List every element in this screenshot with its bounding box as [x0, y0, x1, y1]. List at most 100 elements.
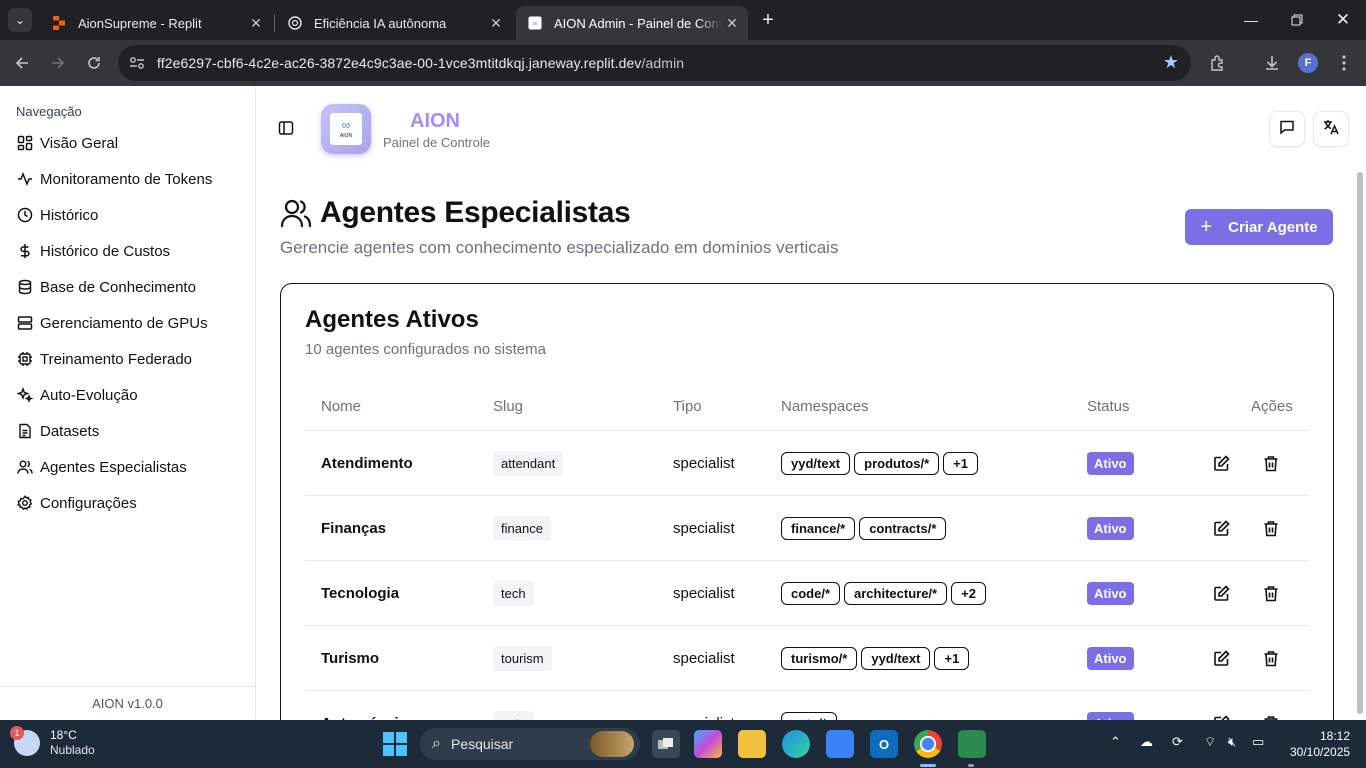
url-text[interactable]: ff2e6297-cbf6-4c2e-ac26-3872e4c9c3ae-00-…	[157, 55, 684, 71]
agent-slug: finance	[493, 515, 551, 541]
tab-aion-admin[interactable]: ∞ AION Admin - Painel de Controle ✕	[516, 6, 748, 40]
sidebar-item-agentes-especialistas[interactable]: Agentes Especialistas	[16, 455, 187, 479]
chevron-up-icon[interactable]: ⌃	[1110, 734, 1121, 750]
download-icon[interactable]	[1260, 51, 1284, 75]
sidebar-heading: Navegação	[16, 104, 82, 119]
site-info-icon[interactable]	[128, 54, 146, 72]
namespace-badge: turismo/*	[781, 646, 858, 670]
onedrive-icon[interactable]: ☁	[1140, 734, 1153, 750]
close-tab-icon[interactable]: ✕	[246, 15, 266, 32]
trash-icon[interactable]	[1261, 518, 1281, 538]
sidebar-item-configuracoes[interactable]: Configurações	[16, 491, 137, 515]
task-view-icon[interactable]	[652, 730, 680, 758]
col-header-slug[interactable]: Slug	[493, 398, 523, 415]
sidebar-item-monitoramento-tokens[interactable]: Monitoramento de Tokens	[16, 167, 212, 191]
col-header-status[interactable]: Status	[1087, 398, 1130, 415]
edit-icon[interactable]	[1211, 713, 1231, 720]
sidebar-item-auto-evolucao[interactable]: Auto-Evolução	[16, 383, 138, 407]
namespace-badge: code/*	[781, 581, 841, 605]
table-row[interactable]: Tecnologia tech specialist code/* archit…	[305, 561, 1309, 626]
sidebar-item-visao-geral[interactable]: Visão Geral	[16, 131, 118, 155]
sidebar-item-datasets[interactable]: Datasets	[16, 419, 99, 443]
table-row[interactable]: Atendimento attendant specialist yyd/tex…	[305, 431, 1309, 496]
trash-icon[interactable]	[1261, 583, 1281, 603]
reload-icon[interactable]	[82, 51, 106, 75]
wifi-icon[interactable]: ⌔	[1204, 734, 1216, 750]
close-window-icon[interactable]: ✕	[1320, 0, 1366, 40]
sidebar-item-label: Datasets	[40, 422, 100, 440]
agent-name: Atendimento	[321, 454, 413, 472]
outlook-icon[interactable]: O	[870, 730, 898, 758]
sidebar-item-label: Agentes Especialistas	[40, 458, 187, 476]
bookmark-star-icon[interactable]: ★	[1163, 52, 1179, 73]
sheets-app-icon[interactable]	[958, 730, 986, 758]
profile-avatar[interactable]: F	[1298, 53, 1318, 73]
col-header-nome[interactable]: Nome	[321, 398, 361, 415]
trash-icon[interactable]	[1261, 453, 1281, 473]
col-header-acoes[interactable]: Ações	[1251, 398, 1293, 415]
extensions-icon[interactable]	[1206, 51, 1230, 75]
file-explorer-icon[interactable]	[738, 730, 766, 758]
sidebar-item-gerenciamento-gpus[interactable]: Gerenciamento de GPUs	[16, 311, 208, 335]
chrome-icon[interactable]	[914, 730, 942, 758]
namespace-more-badge[interactable]: +1	[934, 646, 970, 670]
new-tab-button[interactable]: +	[756, 8, 780, 32]
edit-icon[interactable]	[1211, 648, 1231, 668]
users-icon	[280, 197, 312, 229]
tab-search-dropdown[interactable]: ⌄	[8, 8, 32, 32]
col-header-tipo[interactable]: Tipo	[673, 398, 702, 415]
edge-icon[interactable]	[782, 730, 810, 758]
search-highlight-image	[590, 731, 634, 757]
sidebar-item-label: Treinamento Federado	[40, 350, 193, 368]
sidebar-item-historico-custos[interactable]: Histórico de Custos	[16, 239, 170, 263]
system-clock[interactable]: 18:12 30/10/2025	[1290, 728, 1350, 760]
store-icon[interactable]	[826, 730, 854, 758]
volume-muted-icon[interactable]: 🔇︎	[1228, 734, 1236, 750]
trash-icon[interactable]	[1261, 713, 1281, 720]
namespace-badge: contracts/*	[859, 516, 947, 540]
sync-icon[interactable]: ⟳	[1172, 734, 1183, 750]
sidebar-toggle-icon[interactable]	[278, 120, 296, 138]
windows-start-icon[interactable]	[383, 732, 407, 756]
activity-icon	[16, 170, 34, 188]
browser-menu-icon[interactable]	[1332, 51, 1356, 75]
trash-icon[interactable]	[1261, 648, 1281, 668]
table-row[interactable]: Finanças finance specialist finance/* co…	[305, 496, 1309, 561]
minimize-icon[interactable]: —	[1228, 0, 1274, 40]
close-tab-icon[interactable]: ✕	[722, 15, 742, 32]
agent-type: specialist	[673, 519, 735, 537]
language-button[interactable]	[1313, 111, 1349, 147]
sidebar-item-treinamento-federado[interactable]: Treinamento Federado	[16, 347, 192, 371]
sidebar-item-label: Visão Geral	[40, 134, 119, 152]
namespace-more-badge[interactable]: +1	[943, 451, 978, 475]
table-row[interactable]: Turismo tourism specialist turismo/* yyd…	[305, 626, 1309, 691]
edit-icon[interactable]	[1211, 453, 1231, 473]
edit-icon[interactable]	[1211, 583, 1231, 603]
sidebar-item-label: Auto-Evolução	[40, 386, 138, 404]
back-icon[interactable]	[10, 51, 34, 75]
page-title: Agentes Especialistas	[320, 196, 631, 229]
edit-icon[interactable]	[1211, 518, 1231, 538]
battery-icon[interactable]: ▭	[1252, 734, 1264, 750]
namespace-more-badge[interactable]: +2	[951, 581, 986, 605]
chat-button[interactable]	[1269, 111, 1305, 147]
restore-icon[interactable]	[1274, 0, 1320, 40]
col-header-namespaces[interactable]: Namespaces	[781, 398, 869, 415]
sidebar-item-historico[interactable]: Histórico	[16, 203, 98, 227]
aion-logo[interactable]: ∞ AION	[321, 104, 371, 154]
create-agent-button[interactable]: + Criar Agente	[1185, 209, 1333, 245]
address-bar[interactable]: ff2e6297-cbf6-4c2e-ac26-3872e4c9c3ae-00-…	[118, 45, 1191, 81]
tab-eficiencia-ia[interactable]: Eficiência IA autônoma ✕	[276, 6, 512, 40]
scrollbar-thumb[interactable]	[1357, 172, 1363, 714]
m365-icon[interactable]	[694, 730, 722, 758]
sidebar-item-base-conhecimento[interactable]: Base de Conhecimento	[16, 275, 196, 299]
tab-aionsupreme-replit[interactable]: AionSupreme - Replit ✕	[40, 6, 272, 40]
taskbar-search[interactable]: ⌕ Pesquisar	[420, 728, 640, 760]
agent-name: Finanças	[321, 519, 387, 537]
forward-icon[interactable]	[46, 51, 70, 75]
clock-time: 18:12	[1319, 729, 1350, 743]
namespace-badge: auto/*	[781, 711, 838, 720]
close-tab-icon[interactable]: ✕	[486, 15, 506, 32]
table-row[interactable]: Automóveis auto specialist auto/* Ativo	[305, 691, 1309, 720]
weather-widget[interactable]: 1 18°C Nublado	[10, 726, 95, 758]
